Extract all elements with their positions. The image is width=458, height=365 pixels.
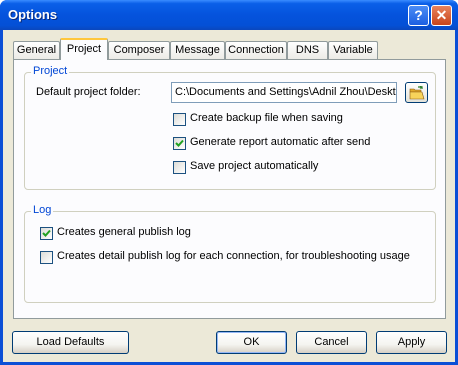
checkmark-icon (42, 229, 51, 237)
dialog-client-area: General Project Composer Message Connect… (3, 30, 455, 362)
title-bar[interactable]: Options ? ✕ (0, 0, 458, 30)
tab-connection[interactable]: Connection (225, 41, 287, 59)
browse-folder-button[interactable] (405, 82, 428, 103)
load-defaults-button[interactable]: Load Defaults (12, 331, 129, 354)
project-tab-panel: Project Default project folder: C:\Docum… (13, 59, 446, 319)
default-folder-input[interactable]: C:\Documents and Settings\Adnil Zhou\Des… (171, 82, 397, 103)
tab-composer[interactable]: Composer (108, 41, 170, 59)
cancel-button[interactable]: Cancel (296, 331, 367, 354)
apply-button[interactable]: Apply (376, 331, 447, 354)
backup-label: Create backup file when saving (190, 112, 343, 124)
save-project-checkbox[interactable] (173, 161, 186, 174)
default-folder-label: Default project folder: (36, 86, 141, 98)
tab-dns[interactable]: DNS (287, 41, 328, 59)
ok-button[interactable]: OK (216, 331, 287, 354)
window-title: Options (8, 7, 58, 22)
tab-variable[interactable]: Variable (328, 41, 378, 59)
general-log-checkbox[interactable] (40, 227, 53, 240)
options-dialog: Options ? ✕ General Project Composer Mes… (0, 0, 458, 365)
close-button[interactable]: ✕ (431, 5, 452, 26)
generate-report-checkbox[interactable] (173, 137, 186, 150)
project-group-legend: Project (31, 65, 70, 77)
project-group: Project Default project folder: C:\Docum… (24, 65, 436, 190)
log-group: Log Creates general publish log Creates … (24, 204, 436, 303)
open-folder-icon (409, 86, 425, 100)
log-group-legend: Log (31, 204, 54, 216)
tab-message[interactable]: Message (170, 41, 225, 59)
generate-report-label: Generate report automatic after send (190, 136, 371, 148)
detail-log-checkbox[interactable] (40, 251, 53, 264)
backup-checkbox[interactable] (173, 113, 186, 126)
tab-general[interactable]: General (13, 41, 60, 59)
save-project-label: Save project automatically (190, 160, 319, 172)
checkmark-icon (175, 139, 184, 147)
detail-log-label: Creates detail publish log for each conn… (57, 250, 410, 262)
tab-project[interactable]: Project (60, 38, 108, 60)
help-button[interactable]: ? (408, 5, 429, 26)
general-log-label: Creates general publish log (57, 226, 191, 238)
